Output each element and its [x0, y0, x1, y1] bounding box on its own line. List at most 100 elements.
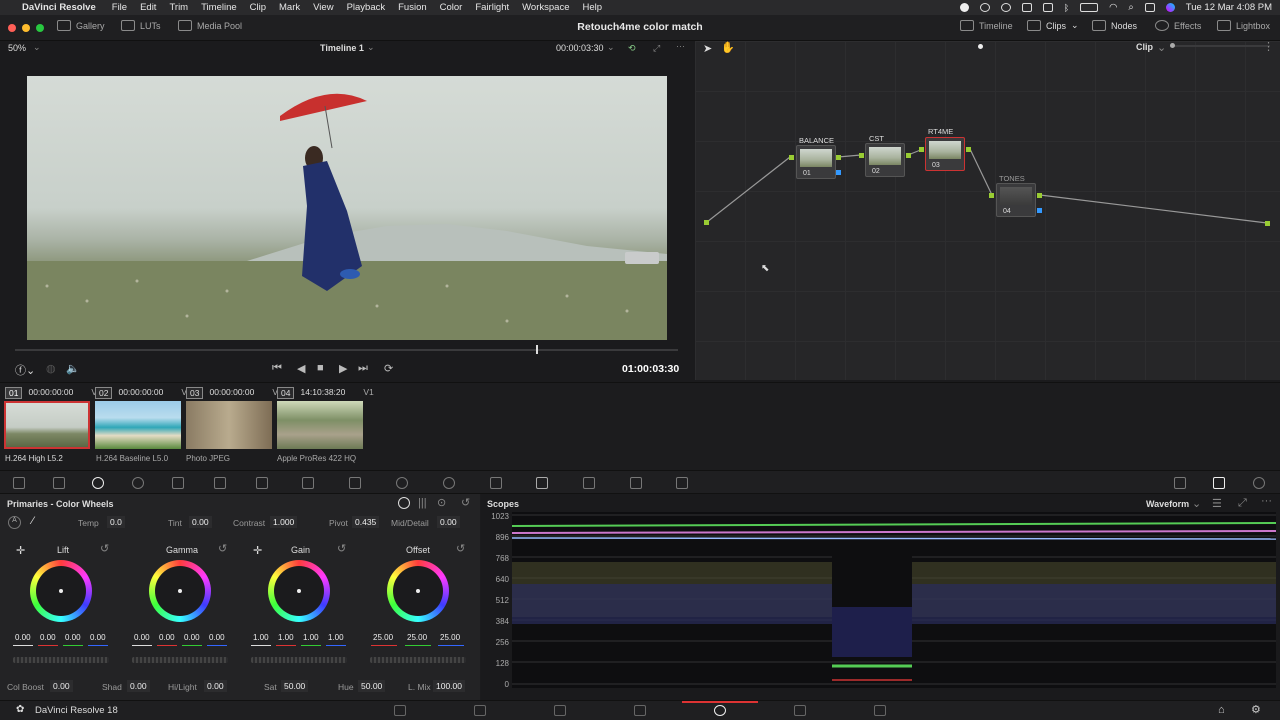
gain-master-slider[interactable] — [251, 657, 347, 663]
node-input-pin[interactable] — [789, 155, 794, 160]
jump-start-icon[interactable]: ⏮ — [272, 362, 282, 375]
sizing-icon[interactable] — [630, 477, 642, 489]
gamma-y[interactable]: 0.00 — [134, 633, 150, 642]
edit-page-icon[interactable] — [554, 705, 566, 716]
reset-all-icon[interactable]: ↺ — [461, 496, 470, 509]
scope-expand-icon[interactable]: ⤢ — [1238, 497, 1247, 510]
offset-master-slider[interactable] — [370, 657, 466, 663]
play-icon[interactable]: ▶ — [339, 362, 347, 375]
lightbox-button[interactable]: Lightbox — [1217, 20, 1270, 31]
fullscreen-icon[interactable]: ⤢ — [653, 43, 660, 54]
lift-reset-icon[interactable]: ↺ — [100, 542, 109, 555]
cut-page-icon[interactable] — [474, 705, 486, 716]
gain-wheel-handle[interactable] — [297, 589, 301, 593]
rgb-mixer-icon[interactable] — [172, 477, 184, 489]
key-icon[interactable] — [583, 477, 595, 489]
auto-balance-icon[interactable]: A — [8, 516, 21, 529]
menu-edit[interactable]: Edit — [140, 2, 156, 13]
node-key-pin[interactable] — [1037, 208, 1042, 213]
timecode-chevron-icon[interactable]: ⌄ — [607, 42, 615, 53]
node-rt4me[interactable]: 03 — [925, 137, 965, 171]
gain-y[interactable]: 1.00 — [253, 633, 269, 642]
gain-b[interactable]: 1.00 — [328, 633, 344, 642]
motion-effects-icon[interactable] — [214, 477, 226, 489]
timeline-chevron-icon[interactable]: ⌄ — [367, 42, 375, 53]
color-wheels-icon[interactable] — [92, 477, 104, 489]
timeline-button[interactable]: Timeline — [960, 20, 1013, 31]
playhead[interactable] — [536, 345, 538, 354]
offset-wheel-handle[interactable] — [416, 589, 420, 593]
offset-reset-icon[interactable]: ↺ — [456, 542, 465, 555]
gain-g[interactable]: 1.00 — [303, 633, 319, 642]
loop-icon[interactable]: ⟳ — [384, 362, 393, 375]
log-mode-icon[interactable]: ⊙ — [437, 496, 446, 509]
output-pin[interactable] — [1265, 221, 1270, 226]
airpods-icon[interactable] — [1000, 3, 1011, 12]
battery-icon[interactable] — [1080, 3, 1099, 12]
color-page-icon[interactable] — [714, 705, 726, 716]
node-input-pin[interactable] — [989, 193, 994, 198]
bars-mode-icon[interactable]: ||| — [418, 497, 427, 509]
timeline-name[interactable]: Timeline 1 — [320, 43, 364, 53]
node-output-pin[interactable] — [836, 155, 841, 160]
zoom-chevron-icon[interactable]: ⌄ — [33, 42, 41, 53]
menu-file[interactable]: File — [112, 2, 127, 13]
gallery-button[interactable]: Gallery — [57, 20, 105, 31]
node-tones[interactable]: 04 — [996, 183, 1036, 217]
jump-end-icon[interactable]: ⏭ — [358, 362, 368, 375]
lift-g[interactable]: 0.00 — [65, 633, 81, 642]
middetail-field[interactable]: 0.00 — [437, 516, 460, 528]
shad-field[interactable]: 0.00 — [127, 680, 150, 692]
camera-raw-icon[interactable] — [13, 477, 25, 489]
fx-icon[interactable]: ⓕ⌄ — [15, 362, 35, 378]
menu-workspace[interactable]: Workspace — [522, 2, 569, 13]
gamma-g[interactable]: 0.00 — [184, 633, 200, 642]
node-output-pin[interactable] — [966, 147, 971, 152]
scrubber-track[interactable] — [15, 349, 678, 351]
clips-button[interactable]: Clips ⌄ — [1027, 20, 1079, 31]
scope-options-icon[interactable]: ··· — [1261, 495, 1272, 507]
lift-wheel[interactable] — [30, 560, 92, 622]
offset-g[interactable]: 25.00 — [407, 633, 427, 642]
lift-r[interactable]: 0.00 — [40, 633, 56, 642]
status-icon-3[interactable] — [1042, 3, 1053, 12]
scopes-toggle-icon[interactable] — [1213, 477, 1225, 489]
node-input-pin[interactable] — [859, 153, 864, 158]
blur-icon[interactable] — [536, 477, 548, 489]
fairlight-page-icon[interactable] — [794, 705, 806, 716]
gain-reset-icon[interactable]: ↺ — [337, 542, 346, 555]
source-timecode[interactable]: 00:00:03:30 — [556, 43, 604, 53]
hilight-field[interactable]: 0.00 — [204, 680, 227, 692]
contrast-field[interactable]: 1.000 — [270, 516, 298, 528]
zoom-window-button[interactable] — [36, 24, 44, 32]
input-pin[interactable] — [704, 220, 709, 225]
menu-fairlight[interactable]: Fairlight — [475, 2, 509, 13]
stop-icon[interactable]: ■ — [317, 362, 324, 374]
picker-icon[interactable]: ⁄ — [32, 515, 34, 527]
play-reverse-icon[interactable]: ◀ — [297, 362, 305, 375]
lmix-field[interactable]: 100.00 — [433, 680, 465, 692]
home-icon[interactable]: ⌂ — [1218, 704, 1225, 716]
pivot-field[interactable]: 0.435 — [352, 516, 380, 528]
gamma-wheel-handle[interactable] — [178, 589, 182, 593]
menu-view[interactable]: View — [313, 2, 333, 13]
colboost-field[interactable]: 0.00 — [50, 680, 73, 692]
clip-thumbnail-1[interactable] — [4, 401, 90, 449]
hdr-wheels-icon[interactable] — [132, 477, 144, 489]
scope-mode-chevron-icon[interactable]: ⌄ — [1192, 497, 1201, 510]
menu-help[interactable]: Help — [582, 2, 602, 13]
wifi-icon[interactable]: ◠ — [1109, 2, 1117, 13]
lift-y[interactable]: 0.00 — [15, 633, 31, 642]
lift-master-slider[interactable] — [13, 657, 109, 663]
menu-timeline[interactable]: Timeline — [201, 2, 237, 13]
node-output-pin[interactable] — [1037, 193, 1042, 198]
siri-icon[interactable] — [1165, 3, 1175, 12]
effects-button[interactable]: Effects — [1155, 20, 1201, 31]
menu-mark[interactable]: Mark — [279, 2, 300, 13]
record-icon[interactable] — [959, 3, 969, 12]
tint-field[interactable]: 0.00 — [189, 516, 212, 528]
offset-b[interactable]: 25.00 — [440, 633, 460, 642]
menubar-datetime[interactable]: Tue 12 Mar 4:08 PM — [1186, 2, 1272, 13]
settings-gear-icon[interactable]: ⚙ — [1251, 703, 1261, 716]
scope-mode[interactable]: Waveform — [1146, 499, 1189, 509]
